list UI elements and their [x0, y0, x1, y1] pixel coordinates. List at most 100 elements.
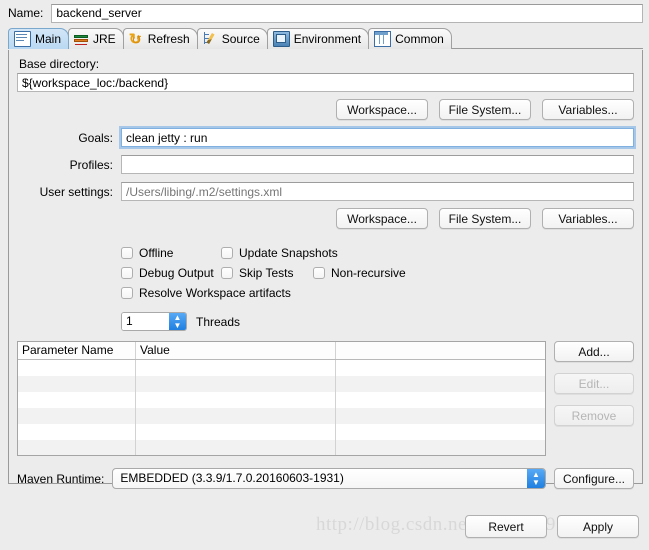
table-cell — [18, 424, 136, 440]
tab-main[interactable]: Main — [8, 28, 70, 49]
main-tab-panel: Base directory: Workspace... File System… — [8, 50, 643, 489]
maven-runtime-value: EMBEDDED (3.3.9/1.7.0.20160603-1931) — [120, 471, 344, 485]
checkbox-debug-output-box[interactable] — [121, 267, 133, 279]
edit-parameter-button: Edit... — [554, 373, 634, 394]
checkbox-offline-label: Offline — [139, 246, 174, 260]
goals-input[interactable] — [121, 128, 634, 147]
threads-label: Threads — [196, 314, 241, 329]
table-row[interactable] — [18, 440, 545, 455]
configure-button[interactable]: Configure... — [553, 468, 634, 489]
revert-button[interactable]: Revert — [465, 515, 547, 538]
checkbox-offline-box[interactable] — [121, 247, 133, 259]
checkbox-row-2: Debug Output Skip Tests Non-recursive — [121, 263, 634, 283]
maven-runtime-select[interactable]: EMBEDDED (3.3.9/1.7.0.20160603-1931) ▲ ▼ — [112, 468, 546, 489]
base-variables-button[interactable]: Variables... — [542, 99, 634, 120]
table-cell — [336, 376, 545, 392]
add-parameter-button[interactable]: Add... — [554, 341, 634, 362]
refresh-icon — [129, 30, 144, 48]
tab-strip: Main JRE Refresh Source Environment Comm… — [0, 26, 649, 49]
table-cell — [136, 392, 336, 408]
column-header-value[interactable]: Value — [136, 342, 336, 359]
chevron-updown-icon[interactable]: ▲ ▼ — [526, 469, 545, 488]
goals-row: Goals: — [17, 128, 634, 147]
tab-main-label: Main — [35, 31, 62, 46]
goals-label: Goals: — [78, 130, 113, 145]
checkbox-offline[interactable]: Offline — [121, 246, 221, 260]
checkbox-row-1: Offline Update Snapshots — [121, 243, 634, 263]
checkbox-row-3: Resolve Workspace artifacts — [121, 283, 634, 303]
table-cell — [336, 440, 545, 455]
table-cell — [336, 408, 545, 424]
table-cell — [336, 392, 545, 408]
column-header-extra[interactable] — [336, 342, 545, 359]
profiles-input[interactable] — [121, 155, 634, 174]
threads-row: 1 ▲ ▼ Threads — [121, 312, 634, 331]
base-workspace-button[interactable]: Workspace... — [336, 99, 428, 120]
table-cell — [18, 440, 136, 455]
checkbox-skip-tests[interactable]: Skip Tests — [221, 266, 313, 280]
table-cell — [18, 392, 136, 408]
checkbox-non-recursive-box[interactable] — [313, 267, 325, 279]
stepper-arrows-icon[interactable]: ▲ ▼ — [169, 313, 186, 330]
table-icon — [374, 31, 392, 47]
parameters-area: Parameter Name Value Add... Edit... Remo… — [17, 341, 634, 456]
checkbox-skip-tests-box[interactable] — [221, 267, 233, 279]
table-cell — [136, 408, 336, 424]
source-tree-icon — [203, 32, 218, 46]
table-cell — [18, 360, 136, 376]
settings-filesystem-button[interactable]: File System... — [439, 208, 531, 229]
threads-stepper[interactable]: 1 ▲ ▼ — [121, 312, 187, 331]
apply-button[interactable]: Apply — [557, 515, 639, 538]
tab-common[interactable]: Common — [368, 28, 452, 49]
table-cell — [336, 360, 545, 376]
table-row[interactable] — [18, 360, 545, 376]
user-settings-label: User settings: — [39, 184, 113, 199]
user-settings-input[interactable] — [121, 182, 634, 201]
tab-refresh[interactable]: Refresh — [122, 28, 198, 49]
settings-workspace-button[interactable]: Workspace... — [336, 208, 428, 229]
base-directory-label: Base directory: — [19, 57, 100, 71]
parameters-table[interactable]: Parameter Name Value — [17, 341, 546, 456]
tab-jre[interactable]: JRE — [68, 28, 124, 49]
checkbox-update-snapshots-box[interactable] — [221, 247, 233, 259]
books-icon — [74, 32, 89, 46]
tab-jre-label: JRE — [93, 31, 116, 46]
table-row[interactable] — [18, 408, 545, 424]
table-cell — [18, 408, 136, 424]
name-input[interactable] — [51, 3, 643, 23]
base-filesystem-button[interactable]: File System... — [439, 99, 531, 120]
checkbox-resolve-workspace-artifacts-box[interactable] — [121, 287, 133, 299]
threads-value[interactable]: 1 — [122, 313, 169, 330]
settings-variables-button[interactable]: Variables... — [542, 208, 634, 229]
table-cell — [136, 440, 336, 455]
tab-source[interactable]: Source — [196, 28, 268, 49]
profiles-label: Profiles: — [69, 157, 113, 172]
table-cell — [336, 424, 545, 440]
column-header-parameter-name[interactable]: Parameter Name — [18, 342, 136, 359]
maven-runtime-row: Maven Runtime: EMBEDDED (3.3.9/1.7.0.201… — [17, 468, 634, 489]
monitor-icon — [272, 31, 290, 47]
checkbox-resolve-workspace-artifacts[interactable]: Resolve Workspace artifacts — [121, 286, 291, 300]
table-row[interactable] — [18, 424, 545, 440]
checkbox-skip-tests-label: Skip Tests — [239, 266, 294, 280]
remove-parameter-button: Remove — [554, 405, 634, 426]
parameters-table-header: Parameter Name Value — [18, 342, 545, 360]
table-cell — [136, 424, 336, 440]
parameters-table-body — [18, 360, 545, 455]
checkbox-non-recursive[interactable]: Non-recursive — [313, 266, 406, 280]
dialog-button-bar: Revert Apply — [465, 515, 639, 538]
user-settings-button-row: Workspace... File System... Variables... — [17, 208, 634, 229]
options-checkbox-group: Offline Update Snapshots Debug Output Sk… — [121, 243, 634, 303]
checkbox-debug-output[interactable]: Debug Output — [121, 266, 221, 280]
base-directory-input[interactable] — [17, 73, 634, 92]
table-row[interactable] — [18, 376, 545, 392]
table-cell — [18, 376, 136, 392]
table-row[interactable] — [18, 392, 545, 408]
tab-environment[interactable]: Environment — [266, 28, 370, 49]
checkbox-update-snapshots[interactable]: Update Snapshots — [221, 246, 338, 260]
checkbox-non-recursive-label: Non-recursive — [331, 266, 406, 280]
user-settings-row: User settings: — [17, 182, 634, 201]
checkbox-update-snapshots-label: Update Snapshots — [239, 246, 338, 260]
table-cell — [136, 376, 336, 392]
tab-source-label: Source — [221, 31, 260, 46]
